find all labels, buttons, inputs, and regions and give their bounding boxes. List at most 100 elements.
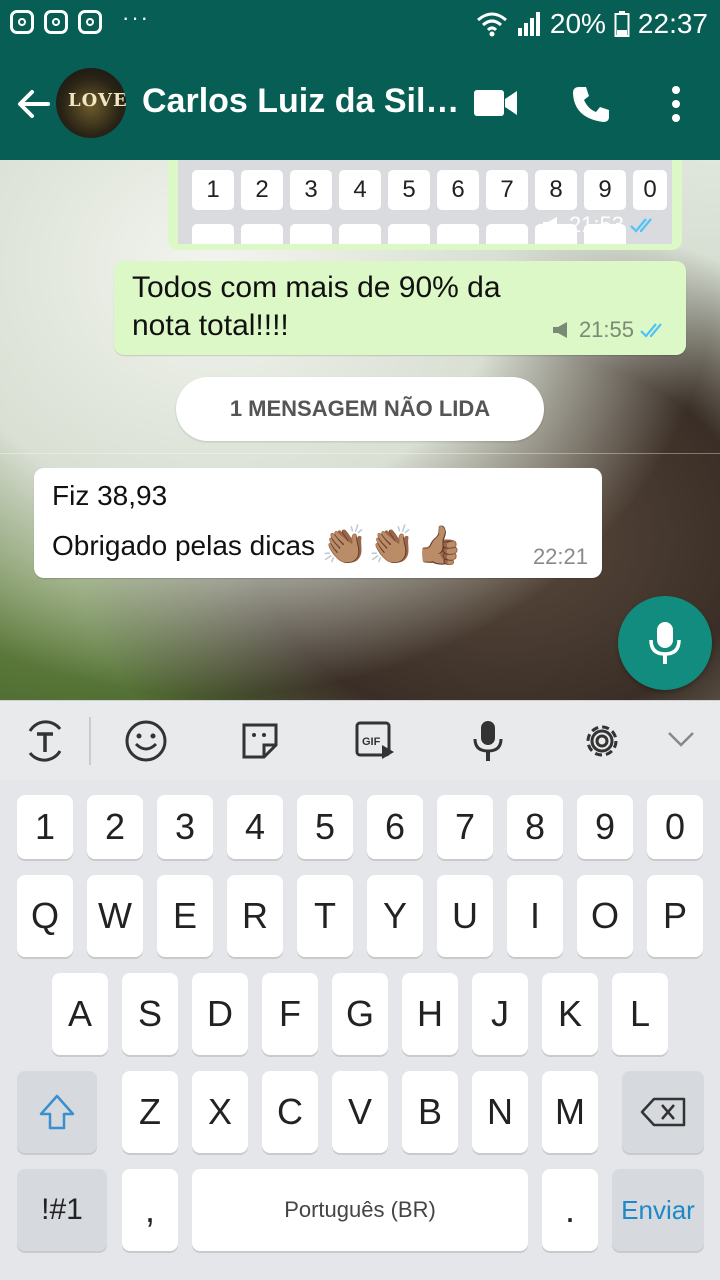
more-options-icon[interactable] — [664, 84, 688, 124]
emoji-clap-thumbs: 👏🏽👏🏽👍🏽 — [321, 525, 463, 567]
image-meta: 21:53 — [541, 212, 658, 238]
key-v[interactable]: V — [332, 1071, 388, 1153]
key-j[interactable]: J — [472, 973, 528, 1055]
key-8[interactable]: 8 — [507, 795, 563, 859]
key-a[interactable]: A — [52, 973, 108, 1055]
key-k[interactable]: K — [542, 973, 598, 1055]
key-i[interactable]: I — [507, 875, 563, 957]
status-right: 20% 22:37 — [476, 8, 708, 40]
contact-name[interactable]: Carlos Luiz da Sil… — [142, 82, 459, 121]
key-s[interactable]: S — [122, 973, 178, 1055]
key-1[interactable]: 1 — [17, 795, 73, 859]
status-bar: ··· 20% 22:37 — [0, 0, 720, 48]
video-call-icon[interactable] — [474, 88, 518, 118]
key-z[interactable]: Z — [122, 1071, 178, 1153]
message-time: 21:53 — [568, 212, 624, 237]
chat-background: 1 2 3 4 5 6 7 8 9 0 21:53 Todos com mais… — [0, 160, 720, 700]
key-b[interactable]: B — [402, 1071, 458, 1153]
key-g[interactable]: G — [332, 973, 388, 1055]
thumb-key: 3 — [290, 170, 332, 210]
space-key[interactable]: Português (BR) — [192, 1169, 528, 1251]
thumb-key: 9 — [584, 170, 626, 210]
key-2[interactable]: 2 — [87, 795, 143, 859]
image-message[interactable]: 1 2 3 4 5 6 7 8 9 0 21:53 — [168, 160, 682, 250]
incoming-message[interactable]: Fiz 38,93 Obrigado pelas dicas 👏🏽👏🏽👍🏽 22… — [34, 468, 602, 578]
key-r[interactable]: R — [227, 875, 283, 957]
key-c[interactable]: C — [262, 1071, 318, 1153]
message-meta: 21:55 — [551, 317, 670, 343]
more-notifications-icon: ··· — [122, 5, 150, 30]
voice-input-icon[interactable] — [470, 719, 506, 765]
message-line: Fiz 38,93 — [52, 480, 168, 511]
phone-icon[interactable] — [570, 84, 612, 126]
key-7[interactable]: 7 — [437, 795, 493, 859]
clock: 22:37 — [637, 8, 708, 39]
key-l[interactable]: L — [612, 973, 668, 1055]
divider — [0, 453, 720, 454]
keyboard: 1 2 3 4 5 6 7 8 9 0 Q W E R T Y U I O P … — [0, 780, 720, 1280]
key-6[interactable]: 6 — [367, 795, 423, 859]
key-3[interactable]: 3 — [157, 795, 213, 859]
gif-icon[interactable]: GIF — [354, 719, 396, 763]
thumb-key: 5 — [388, 170, 430, 210]
key-h[interactable]: H — [402, 973, 458, 1055]
key-w[interactable]: W — [87, 875, 143, 957]
battery-icon — [614, 11, 630, 37]
chat-header: LOVE Carlos Luiz da Sil… — [0, 48, 720, 160]
key-p[interactable]: P — [647, 875, 703, 957]
symbols-key[interactable]: !#1 — [17, 1169, 107, 1251]
wifi-icon — [476, 12, 507, 37]
image-thumbnail[interactable]: 1 2 3 4 5 6 7 8 9 0 21:53 — [178, 160, 672, 244]
key-e[interactable]: E — [157, 875, 213, 957]
shift-icon — [39, 1094, 75, 1130]
battery-percent: 20% — [549, 8, 606, 39]
thumb-key: 1 — [192, 170, 234, 210]
key-x[interactable]: X — [192, 1071, 248, 1153]
key-f[interactable]: F — [262, 973, 318, 1055]
key-n[interactable]: N — [472, 1071, 528, 1153]
megaphone-icon — [552, 322, 567, 338]
key-5[interactable]: 5 — [297, 795, 353, 859]
key-u[interactable]: U — [437, 875, 493, 957]
thumb-key: 2 — [241, 170, 283, 210]
message-line: nota total!!!! — [132, 309, 289, 342]
keyboard-toolbar: GIF — [0, 700, 720, 781]
key-0[interactable]: 0 — [647, 795, 703, 859]
sticker-icon[interactable] — [240, 719, 282, 763]
avatar-text: LOVE — [68, 90, 126, 111]
collapse-keyboard-icon[interactable] — [666, 729, 696, 749]
key-t[interactable]: T — [297, 875, 353, 957]
message-line: Todos com mais de 90% da — [132, 271, 501, 304]
status-left: ··· — [10, 5, 150, 34]
outgoing-message[interactable]: Todos com mais de 90% da nota total!!!! … — [114, 261, 686, 355]
key-4[interactable]: 4 — [227, 795, 283, 859]
settings-icon[interactable] — [580, 719, 624, 763]
toolbar-divider — [89, 717, 91, 765]
unread-messages-badge: 1 MENSAGEM NÃO LIDA — [176, 377, 544, 441]
shift-key[interactable] — [17, 1071, 97, 1153]
instagram-icon — [44, 10, 68, 34]
message-time: 21:55 — [578, 317, 634, 342]
thumb-key: 8 — [535, 170, 577, 210]
period-key[interactable]: . — [542, 1169, 598, 1251]
message-line: Obrigado pelas dicas 👏🏽👏🏽👍🏽 — [52, 524, 463, 568]
avatar[interactable]: LOVE — [56, 68, 126, 138]
text-mode-icon[interactable] — [22, 719, 68, 763]
voice-record-button[interactable] — [618, 596, 712, 690]
backspace-key[interactable] — [622, 1071, 704, 1153]
back-arrow-icon[interactable] — [14, 84, 54, 124]
microphone-icon — [649, 622, 681, 664]
key-y[interactable]: Y — [367, 875, 423, 957]
thumb-key: 0 — [633, 170, 667, 210]
signal-icon — [517, 12, 540, 36]
key-d[interactable]: D — [192, 973, 248, 1055]
message-text: Obrigado pelas dicas — [52, 530, 316, 561]
key-9[interactable]: 9 — [577, 795, 633, 859]
key-m[interactable]: M — [542, 1071, 598, 1153]
send-key[interactable]: Enviar — [612, 1169, 704, 1251]
key-o[interactable]: O — [577, 875, 633, 957]
key-q[interactable]: Q — [17, 875, 73, 957]
comma-key[interactable]: , — [122, 1169, 178, 1251]
emoji-icon[interactable] — [124, 719, 168, 763]
instagram-icon — [10, 10, 34, 34]
